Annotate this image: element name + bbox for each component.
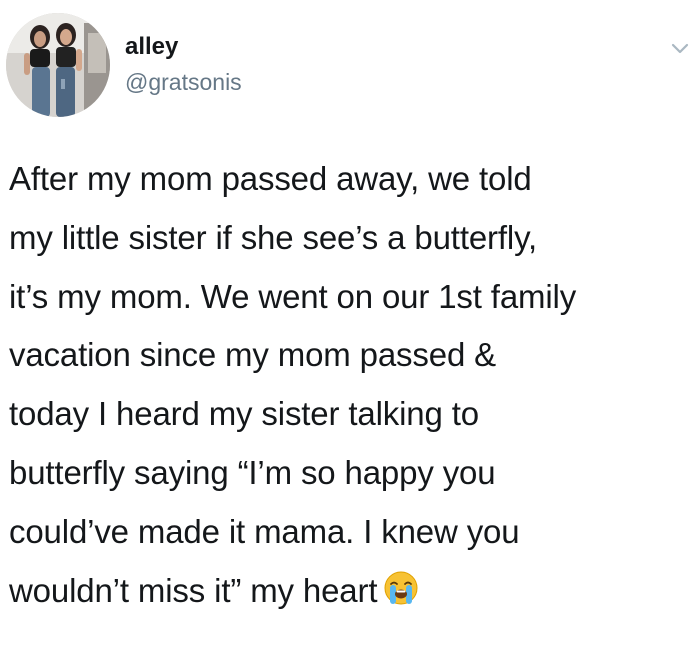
display-name[interactable]: alley xyxy=(125,33,242,61)
tweet-text: After my mom passed away, we told my lit… xyxy=(9,160,577,609)
chevron-down-icon[interactable] xyxy=(668,37,692,59)
avatar-photo xyxy=(6,13,110,117)
tweet-header: alley @gratsonis xyxy=(6,13,694,119)
tweet-card: alley @gratsonis After my mom passed awa… xyxy=(0,0,700,664)
loudly-crying-face-icon xyxy=(383,566,419,605)
user-handle[interactable]: @gratsonis xyxy=(125,68,242,96)
avatar[interactable] xyxy=(6,13,110,117)
tweet-body: After my mom passed away, we told my lit… xyxy=(9,150,695,620)
author-names: alley @gratsonis xyxy=(125,33,242,96)
